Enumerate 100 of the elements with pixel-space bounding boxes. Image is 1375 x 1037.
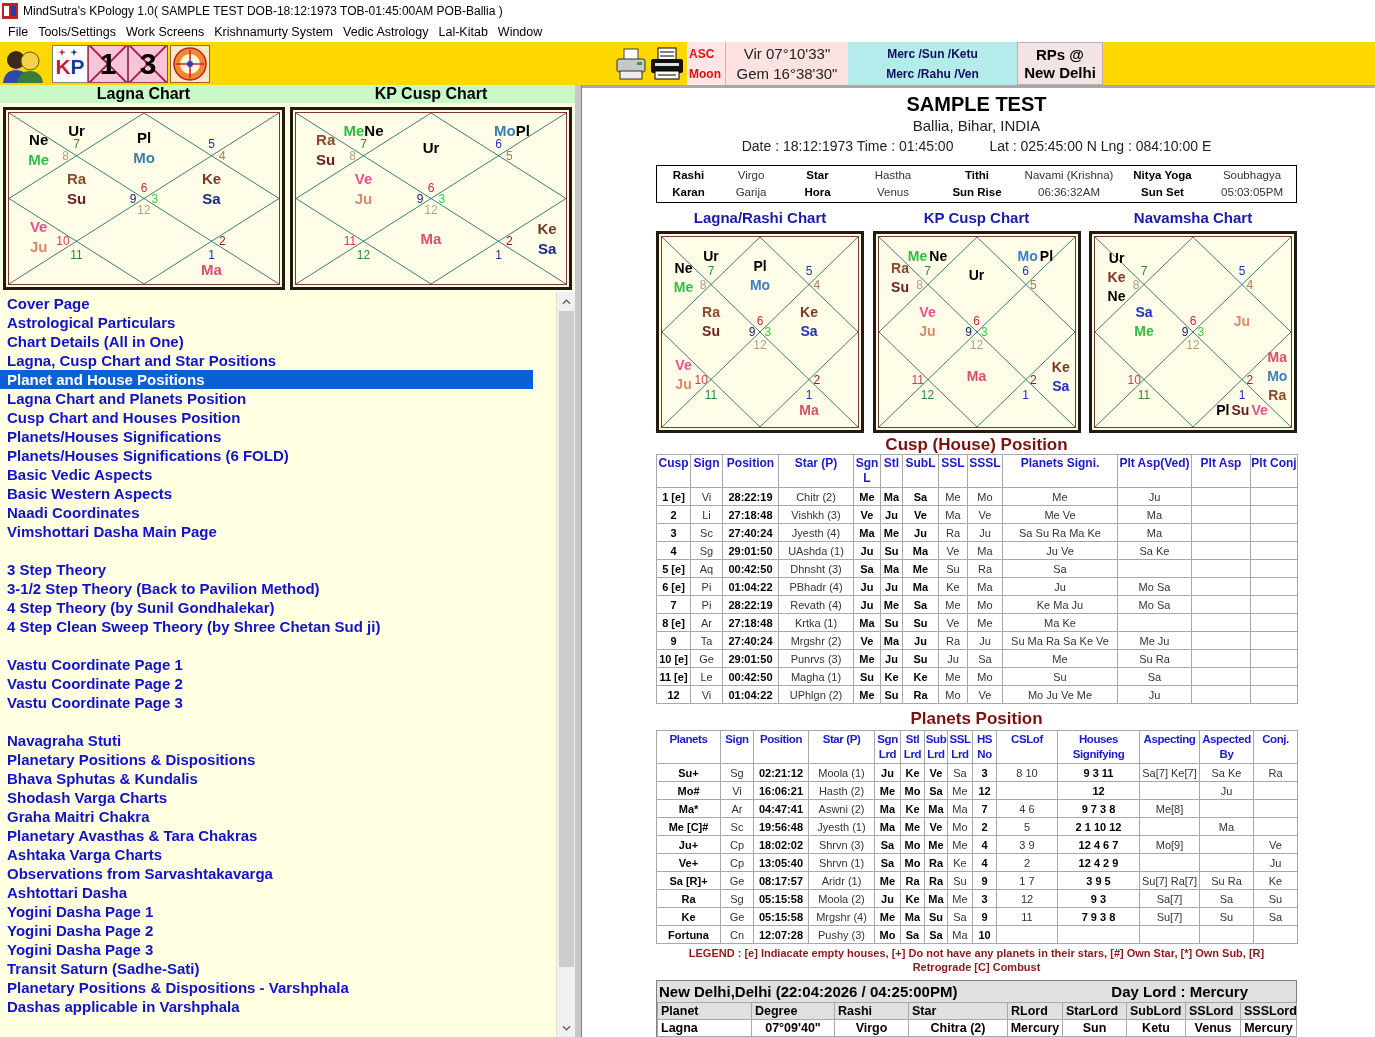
panchang-value: 06:36:32AM [1037,185,1101,200]
planet-label: Ur [703,249,719,263]
house-number: 7 [924,265,931,278]
report-list-item[interactable]: Vastu Coordinate Page 2 [0,674,533,693]
report-list-item[interactable]: Chart Details (All in One) [0,332,533,351]
table-cell: 27:18:48 [722,613,779,632]
table-cell: 11 [996,907,1058,926]
scrollbar-thumb[interactable] [558,311,574,967]
report-list-item[interactable]: Naadi Coordinates [0,503,533,522]
panchang-value: Hastha [873,168,913,183]
report-list-item[interactable]: Yogini Dasha Page 1 [0,902,533,921]
report-list-item[interactable]: 3 Step Theory [0,560,533,579]
planet-label: Pl [1216,402,1230,417]
report-list-item[interactable]: Yogini Dasha Page 2 [0,921,533,940]
report-list-item[interactable]: Planetary Positions & Dispositions [0,750,533,769]
menu-item[interactable]: Window [492,22,548,42]
report-list-item[interactable]: Planetary Avasthas & Tara Chakras [0,826,533,845]
table-cell: 12 4 6 7 [1057,835,1140,854]
table-cell: Ju [853,541,881,560]
table-cell: 9 7 3 8 [1057,799,1140,818]
table-cell: 13:05:40 [753,853,809,872]
table-cell: Me [853,487,881,506]
report-list-item[interactable]: Dashas applicable in Varshphala [0,997,533,1016]
report-list-item[interactable]: 4 Step Theory (by Sunil Gondhalekar) [0,598,533,617]
planet-label: Ur [1108,250,1125,265]
report-list-item[interactable]: Ashtaka Varga Charts [0,845,533,864]
house-number: 9 [416,192,424,205]
table-cell: Shrvn (3) [808,835,875,854]
position-label: ASC [689,45,715,63]
table-cell: 16:06:21 [753,781,809,800]
report-list-item[interactable]: Planets/Houses Significations [0,427,533,446]
house-number: 8 [349,149,357,162]
table-cell: Ke [1253,871,1298,890]
house-number: 2 [1030,373,1037,386]
report-list-item[interactable]: Observations from Sarvashtakavarga [0,864,533,883]
table-cell: 5 [996,817,1058,836]
table-cell: Ma* [656,799,721,818]
table-cell: Ju [874,763,901,782]
report-list-item[interactable]: Basic Vedic Aspects [0,465,533,484]
logo-button[interactable]: KP [52,44,88,83]
report-list-item[interactable]: Navagraha Stuti [0,731,533,750]
menu-item[interactable]: Vedic Astrology [338,22,434,42]
table-cell: Ve+ [656,853,721,872]
compass-icon[interactable] [170,44,210,83]
table-cell: Ma [874,817,901,836]
table-cell: Me [853,649,881,668]
menu-item[interactable]: File [3,22,34,42]
report-list-item[interactable]: Ashtottari Dasha [0,883,533,902]
printer-icon[interactable] [649,46,685,81]
report-list-item[interactable]: Planets/Houses Significations (6 FOLD) [0,446,533,465]
column-header: SSSLord [1240,1002,1297,1020]
house-number: 8 [699,278,707,291]
report-list-item[interactable]: Bhava Sphutas & Kundalis [0,769,533,788]
table-cell: 3 [972,763,997,782]
report-list-item[interactable]: Planet and House Positions [0,370,533,389]
report-list-item[interactable]: Astrological Particulars [0,313,533,332]
table-cell: 28:22:19 [722,487,779,506]
column-header: Position [722,454,779,488]
menu-item[interactable]: Tools/Settings [33,22,121,42]
birth-coordinates: Lat : 025:45:00 N Lng : 084:10:00 E [989,137,1212,156]
table-cell: 01:04:22 [722,577,779,596]
scrollbar[interactable] [557,292,575,1037]
house-number: 5 [805,265,813,278]
ruling-planets-button[interactable]: RPs @ New Delhi [1017,42,1103,85]
report-list-item[interactable]: Transit Saturn (Sadhe-Sati) [0,959,533,978]
report-list-item[interactable]: Lagna Chart and Planets Position [0,389,533,408]
report-list-item[interactable]: Vastu Coordinate Page 3 [0,693,533,712]
report-list-item[interactable]: Shodash Varga Charts [0,788,533,807]
table-cell: Chitra (2) [908,1019,1008,1037]
panchang-label: Sun Set [1140,185,1185,200]
table-cell: Ke [900,889,925,908]
column-header: Star (P) [778,454,854,488]
report-list-item[interactable]: 4 Step Clean Sweep Theory (by Shree Chetan Sud ji) [0,617,533,636]
table-cell: Ra [924,871,948,890]
table-cell: Me [C]# [656,817,721,836]
menu-item[interactable]: Krishnamurty System [209,22,339,42]
report-list-item[interactable]: Yogini Dasha Page 3 [0,940,533,959]
report-list-item[interactable]: Lagna, Cusp Chart and Star Positions [0,351,533,370]
table-cell: Su Ma Ra Sa Ke Ve [1002,631,1118,650]
table-cell: Ra [967,559,1003,578]
table-cell: 27:18:48 [722,505,779,524]
report-list-item[interactable]: Basic Western Aspects [0,484,533,503]
report-list-item[interactable]: Planetary Positions & Dispositions - Varshphala [0,978,533,997]
table-cell: 12:07:28 [753,925,809,944]
table-cell: Venus [1185,1019,1241,1037]
menu-item[interactable]: Lal-Kitab [433,22,493,42]
report-list-item[interactable]: Vimshottari Dasha Main Page [0,522,533,541]
table-cell: Sg [720,889,754,908]
house-number: 7 [73,137,80,150]
report-list-item[interactable]: Cusp Chart and Houses Position [0,408,533,427]
table-cell: 2 [656,505,691,524]
table-cell: Me [853,685,881,704]
table-cell: Mo [967,595,1003,614]
menu-item[interactable]: Work Screens [121,22,210,42]
table-cell: Me [874,907,901,926]
planet-label: Pl [136,129,152,145]
report-list-item[interactable]: Graha Maitri Chakra [0,807,533,826]
report-list-item[interactable]: Vastu Coordinate Page 1 [0,655,533,674]
report-list-item[interactable]: 3-1/2 Step Theory (Back to Pavilion Method) [0,579,533,598]
report-list-item[interactable]: Cover Page [0,294,533,313]
